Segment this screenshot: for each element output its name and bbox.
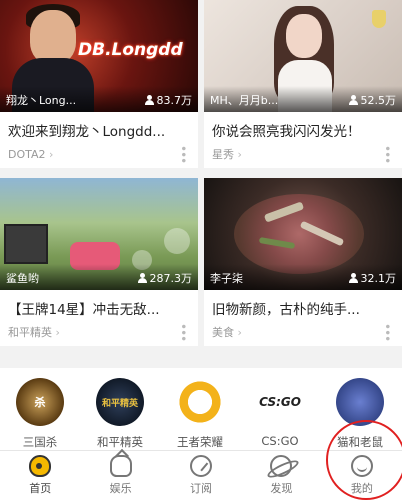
viewer-count-value: 83.7万 [156, 94, 193, 107]
lamp-decoration [372, 10, 386, 28]
stream-title: 【王牌14星】冲击无敌... [8, 302, 160, 318]
more-options-icon[interactable]: ••• [380, 323, 394, 341]
streamer-camera-inset [4, 224, 48, 264]
peace-elite-icon: 和平精英 [96, 378, 144, 426]
game-item-sanguosha[interactable]: 杀 三国杀 [0, 368, 80, 450]
stream-thumbnail[interactable]: DB.Longdd 翔龙丶Long... 83.7万 [0, 0, 198, 112]
profile-icon [350, 455, 373, 477]
viewer-count: 287.3万 [137, 270, 193, 286]
viewer-icon [348, 273, 358, 283]
nav-entertainment[interactable]: 娱乐 [80, 451, 160, 500]
nav-label: 娱乐 [109, 482, 132, 495]
nav-subscribe[interactable]: 订阅 [161, 451, 241, 500]
more-options-icon[interactable]: ••• [176, 145, 190, 163]
viewer-icon [348, 95, 358, 105]
category-link[interactable]: DOTA2 [8, 148, 53, 161]
game-name: 猫和老鼠 [337, 435, 383, 449]
stream-title: 欢迎来到翔龙丶Longdd... [8, 124, 166, 140]
streamer-name: 李子柒 [210, 272, 243, 285]
stream-title: 旧物新颜，古朴的纯手... [212, 302, 360, 318]
viewer-count: 32.1万 [348, 270, 397, 286]
streamer-name: 鲨鱼哟 [6, 272, 39, 285]
nav-label: 首页 [29, 482, 52, 495]
nav-discover[interactable]: 发现 [241, 451, 321, 500]
bottom-nav: 首页 娱乐 订阅 发现 我的 [0, 450, 402, 500]
nav-profile[interactable]: 我的 [322, 451, 402, 500]
stream-thumbnail[interactable]: MH、月月b... 52.5万 [204, 0, 402, 112]
sanguosha-icon: 杀 [16, 378, 64, 426]
viewer-count-value: 52.5万 [360, 94, 397, 107]
tom-and-jerry-icon [336, 378, 384, 426]
stream-card[interactable]: 李子柒 32.1万 旧物新颜，古朴的纯手... 美食 ••• [204, 178, 402, 346]
game-category-bar: 杀 三国杀 和平精英 和平精英 王者荣耀 CS:GO CS:GO 猫和老鼠 [0, 368, 402, 450]
csgo-icon: CS:GO [256, 378, 304, 426]
game-item-csgo[interactable]: CS:GO CS:GO [240, 368, 320, 450]
category-link[interactable]: 和平精英 [8, 324, 60, 340]
game-name: CS:GO [261, 434, 299, 448]
stream-thumbnail[interactable]: 鲨鱼哟 287.3万 [0, 178, 198, 290]
discover-icon [270, 455, 293, 477]
nav-label: 我的 [350, 482, 373, 495]
game-item-tom-and-jerry[interactable]: 猫和老鼠 [320, 368, 400, 450]
nav-home[interactable]: 首页 [0, 451, 80, 500]
nav-label: 发现 [270, 482, 293, 495]
category-link[interactable]: 星秀 [212, 146, 242, 162]
stream-thumbnail[interactable]: 李子柒 32.1万 [204, 178, 402, 290]
viewer-count-value: 32.1万 [360, 272, 397, 285]
viewer-count: 52.5万 [348, 92, 397, 108]
category-link[interactable]: 美食 [212, 324, 242, 340]
home-icon [29, 455, 52, 477]
stream-card[interactable]: DB.Longdd 翔龙丶Long... 83.7万 欢迎来到翔龙丶Longdd… [0, 0, 198, 168]
more-options-icon[interactable]: ••• [380, 145, 394, 163]
nav-label: 订阅 [190, 482, 213, 495]
subscribe-icon [190, 455, 213, 477]
stream-card[interactable]: 鲨鱼哟 287.3万 【王牌14星】冲击无敌... 和平精英 ••• [0, 178, 198, 346]
game-item-peace-elite[interactable]: 和平精英 和平精英 [80, 368, 160, 450]
honor-of-kings-icon [176, 378, 224, 426]
game-name: 王者荣耀 [177, 435, 223, 449]
game-hud-button [164, 228, 190, 254]
streamer-name: MH、月月b... [210, 94, 279, 107]
viewer-count: 83.7万 [144, 92, 193, 108]
stream-logo-text: DB.Longdd [78, 40, 183, 60]
viewer-icon [137, 273, 147, 283]
entertainment-icon [109, 455, 132, 477]
stream-card[interactable]: MH、月月b... 52.5万 你说会照亮我闪闪发光！ 星秀 ••• [204, 0, 402, 168]
viewer-icon [144, 95, 154, 105]
game-name: 和平精英 [97, 435, 143, 449]
stream-title: 你说会照亮我闪闪发光！ [212, 124, 361, 140]
app-screen: DB.Longdd 翔龙丶Long... 83.7万 欢迎来到翔龙丶Longdd… [0, 0, 402, 500]
game-item-honor-of-kings[interactable]: 王者荣耀 [160, 368, 240, 450]
more-options-icon[interactable]: ••• [176, 323, 190, 341]
streamer-name: 翔龙丶Long... [6, 94, 77, 107]
game-name: 三国杀 [22, 435, 58, 449]
viewer-count-value: 287.3万 [149, 272, 193, 285]
